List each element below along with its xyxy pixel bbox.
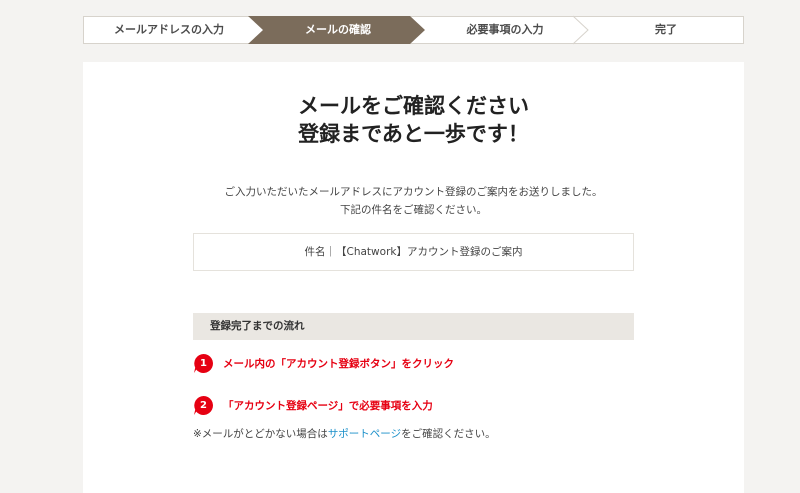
step-number: 2 xyxy=(200,400,207,411)
page-title-line2: 登録まであと一歩です！ xyxy=(298,122,529,146)
flow-step-text: メール内の「アカウント登録ボタン」をクリック xyxy=(223,358,454,370)
registration-step-bar: メールアドレスの入力 メールの確認 必要事項の入力 完了 xyxy=(83,15,744,45)
step-number-badge: 1 xyxy=(193,353,214,374)
step-email-input: メールアドレスの入力 xyxy=(114,23,224,36)
description-line1: ご入力いただいたメールアドレスにアカウント登録のご案内をお送りしました。 xyxy=(224,186,603,198)
support-page-link[interactable]: サポートページ xyxy=(328,428,401,440)
support-note: ※メールがとどかない場合はサポートページをご確認ください。 xyxy=(193,426,496,441)
step-number: 1 xyxy=(200,358,207,369)
description-line2: 下記の件名をご確認ください。 xyxy=(340,204,487,216)
flow-header: 登録完了までの流れ xyxy=(193,313,634,340)
step-details-input: 必要事項の入力 xyxy=(466,23,544,36)
email-subject-box: 件名｜【Chatwork】アカウント登録のご案内 xyxy=(193,233,634,271)
step-number-badge: 2 xyxy=(193,395,214,416)
step-email-confirm: メールの確認 xyxy=(305,23,371,36)
page-title-line1: メールをご確認ください xyxy=(298,94,529,118)
flow-title: 登録完了までの流れ xyxy=(210,320,305,332)
support-note-suffix: をご確認ください。 xyxy=(401,428,496,440)
confirmation-card: メールをご確認ください 登録まであと一歩です！ ご入力いただいたメールアドレスに… xyxy=(83,62,744,493)
email-subject-text: 件名｜【Chatwork】アカウント登録のご案内 xyxy=(304,246,523,258)
step-complete: 完了 xyxy=(655,23,677,36)
flow-step-text: 「アカウント登録ページ」で必要事項を入力 xyxy=(223,400,433,412)
support-note-prefix: ※メールがとどかない場合は xyxy=(193,428,328,440)
